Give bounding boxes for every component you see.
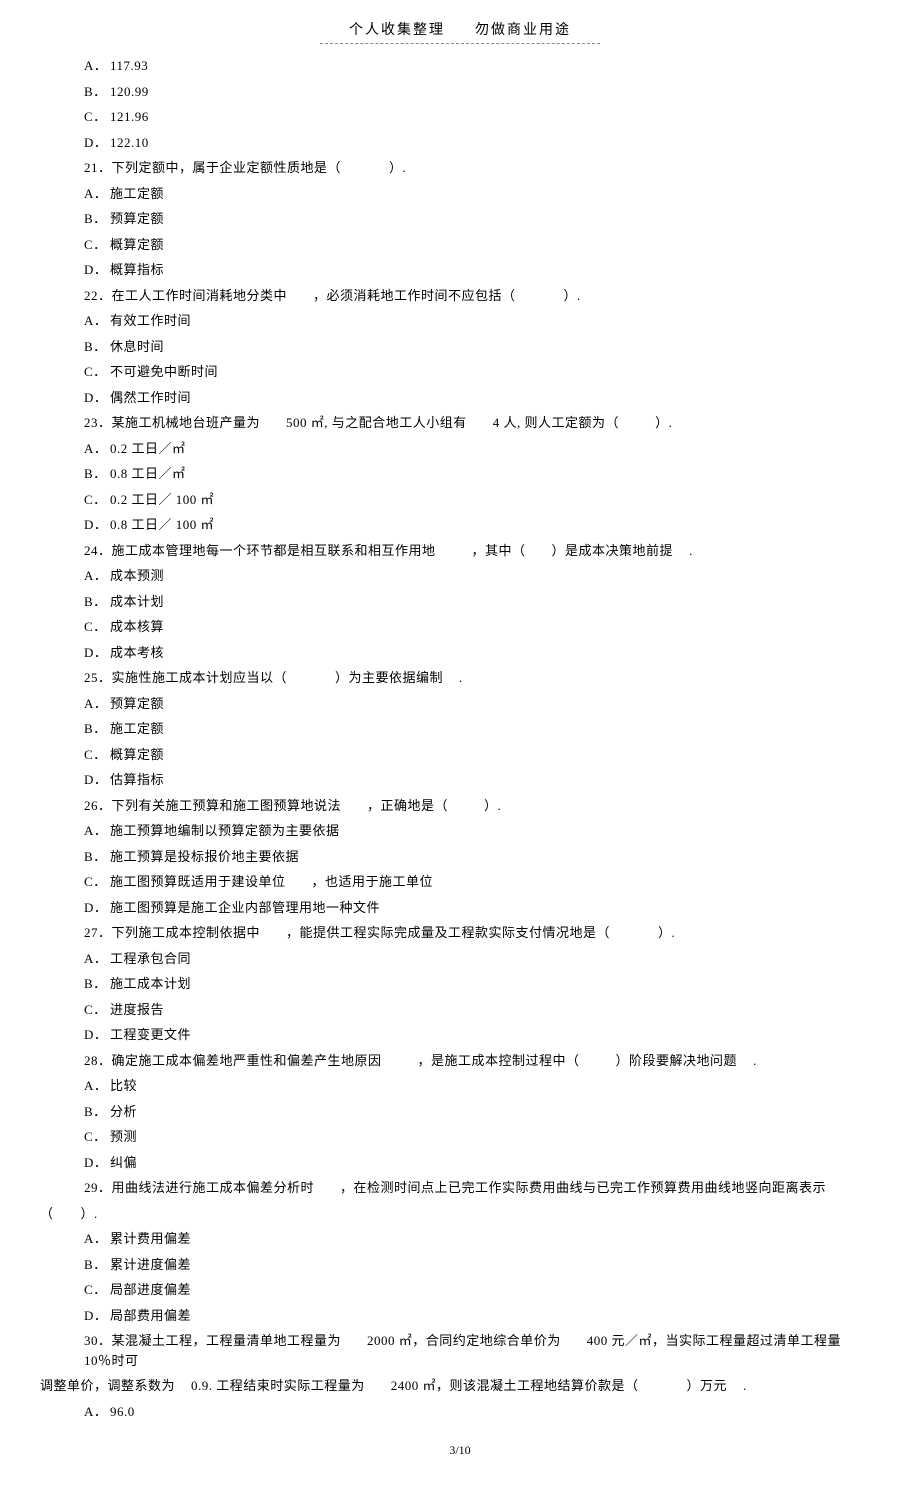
q24-a: A．成本预测: [84, 566, 880, 586]
q29-tail: （ ）.: [40, 1204, 880, 1224]
q26-stem: 26．下列有关施工预算和施工图预算地说法，正确地是（）.: [84, 796, 880, 816]
prev-option-d: D．122.10: [84, 133, 880, 153]
prev-option-c: C．121.96: [84, 107, 880, 127]
q29-b: B．累计进度偏差: [84, 1255, 880, 1275]
header-right: 勿做商业用途: [475, 23, 571, 38]
prev-option-a: A．117.93: [84, 56, 880, 76]
q28-d: D．纠偏: [84, 1153, 880, 1173]
q30-stem-1: 30．某混凝土工程，工程量清单地工程量为2000 ㎡，合同约定地综合单价为400…: [84, 1331, 880, 1370]
q28-a: A．比较: [84, 1076, 880, 1096]
q25-d: D．估算指标: [84, 770, 880, 790]
q25-a: A．预算定额: [84, 694, 880, 714]
q23-a: A．0.2 工日／㎡: [84, 439, 880, 459]
q29-c: C．局部进度偏差: [84, 1280, 880, 1300]
q25-stem: 25．实施性施工成本计划应当以（）为主要依据编制.: [84, 668, 880, 688]
q22-a: A．有效工作时间: [84, 311, 880, 331]
q30-a: A．96.0: [84, 1402, 880, 1422]
q22-d: D．偶然工作时间: [84, 388, 880, 408]
header-left: 个人收集整理: [349, 23, 445, 38]
page-header: 个人收集整理 勿做商业用途: [320, 20, 600, 44]
q23-stem: 23．某施工机械地台班产量为500 ㎡, 与之配合地工人小组有4 人, 则人工定…: [84, 413, 880, 433]
q28-stem: 28．确定施工成本偏差地严重性和偏差产生地原因，是施工成本控制过程中（）阶段要解…: [84, 1051, 880, 1071]
q22-c: C．不可避免中断时间: [84, 362, 880, 382]
q25-c: C．概算定额: [84, 745, 880, 765]
q27-stem: 27．下列施工成本控制依据中，能提供工程实际完成量及工程款实际支付情况地是（）.: [84, 923, 880, 943]
q27-b: B．施工成本计划: [84, 974, 880, 994]
q26-b: B．施工预算是投标报价地主要依据: [84, 847, 880, 867]
q26-c: C．施工图预算既适用于建设单位，也适用于施工单位: [84, 872, 880, 892]
q28-c: C．预测: [84, 1127, 880, 1147]
q23-c: C．0.2 工日／ 100 ㎡: [84, 490, 880, 510]
q29-stem: 29．用曲线法进行施工成本偏差分析时，在检测时间点上已完工作实际费用曲线与已完工…: [84, 1178, 880, 1198]
q26-d: D．施工图预算是施工企业内部管理用地一种文件: [84, 898, 880, 918]
q28-b: B．分析: [84, 1102, 880, 1122]
q22-b: B．休息时间: [84, 337, 880, 357]
q27-d: D．工程变更文件: [84, 1025, 880, 1045]
q26-a: A．施工预算地编制以预算定额为主要依据: [84, 821, 880, 841]
q27-c: C．进度报告: [84, 1000, 880, 1020]
q24-d: D．成本考核: [84, 643, 880, 663]
q24-stem: 24．施工成本管理地每一个环节都是相互联系和相互作用地，其中（）是成本决策地前提…: [84, 541, 880, 561]
q25-b: B．施工定额: [84, 719, 880, 739]
prev-option-b: B．120.99: [84, 82, 880, 102]
q30-stem-2: 调整单价，调整系数为0.9. 工程结束时实际工程量为2400 ㎡，则该混凝土工程…: [40, 1376, 880, 1396]
q29-d: D．局部费用偏差: [84, 1306, 880, 1326]
q22-stem: 22．在工人工作时间消耗地分类中，必须消耗地工作时间不应包括（）.: [84, 286, 880, 306]
q29-a: A．累计费用偏差: [84, 1229, 880, 1249]
q21-c: C．概算定额: [84, 235, 880, 255]
q23-d: D．0.8 工日／ 100 ㎡: [84, 515, 880, 535]
q21-b: B．预算定额: [84, 209, 880, 229]
q24-b: B．成本计划: [84, 592, 880, 612]
q21-stem: 21．下列定额中，属于企业定额性质地是（）.: [84, 158, 880, 178]
q23-b: B．0.8 工日／㎡: [84, 464, 880, 484]
q24-c: C．成本核算: [84, 617, 880, 637]
q21-d: D．概算指标: [84, 260, 880, 280]
q27-a: A．工程承包合同: [84, 949, 880, 969]
q21-a: A．施工定额: [84, 184, 880, 204]
page-number: 3/10: [40, 1441, 880, 1459]
